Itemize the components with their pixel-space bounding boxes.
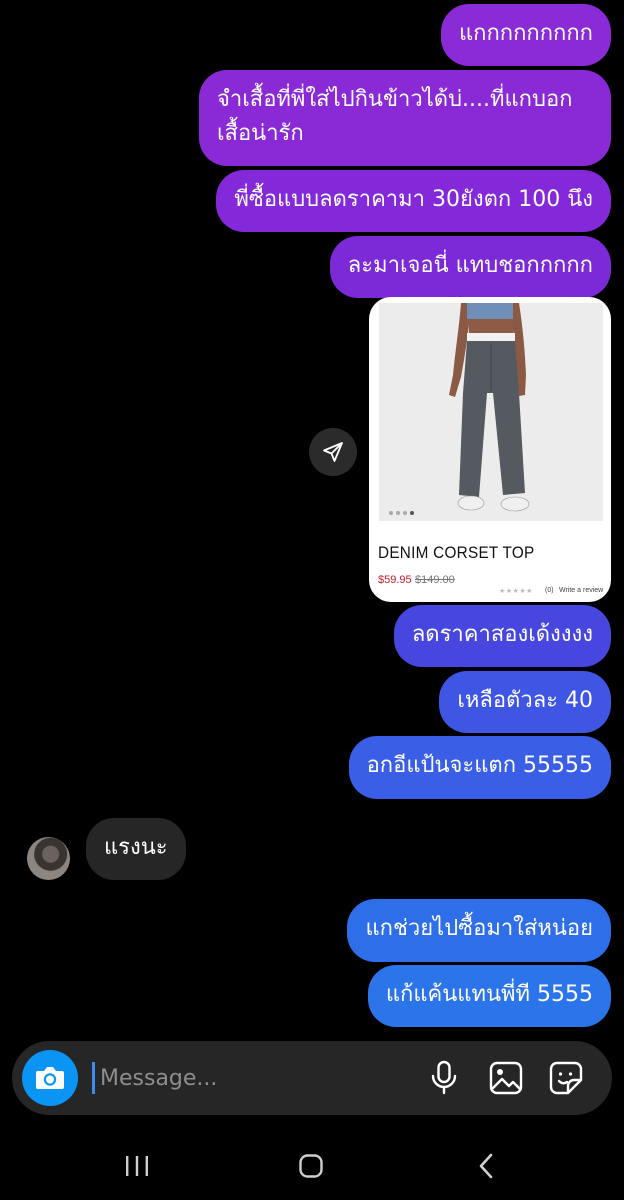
- rating-stars: ★★★★★: [499, 587, 533, 595]
- recents-button[interactable]: [113, 1146, 161, 1186]
- sent-message[interactable]: อกอีแป้นจะแตก 55555: [348, 736, 611, 799]
- sent-message[interactable]: จำเสื้อที่พี่ใส่ไปกินข้าวได้บ่....ที่แกบ…: [199, 70, 611, 166]
- home-icon: [299, 1154, 323, 1178]
- product-title: DENIM CORSET TOP: [378, 543, 535, 562]
- original-price: $149.00: [415, 574, 455, 586]
- sticker-button[interactable]: [546, 1058, 586, 1098]
- camera-icon: [36, 1067, 64, 1089]
- back-button[interactable]: [462, 1146, 510, 1186]
- sent-message[interactable]: เหลือตัวละ 40: [439, 671, 611, 733]
- recents-icon: [126, 1156, 148, 1176]
- microphone-icon: [431, 1060, 457, 1095]
- camera-button[interactable]: [22, 1050, 78, 1106]
- received-message[interactable]: แรงนะ: [86, 818, 186, 880]
- sent-message[interactable]: พี่ซื้อแบบลดราคามา 30ยังตก 100 นึง: [216, 170, 611, 232]
- message-input[interactable]: [94, 1058, 406, 1098]
- sent-message[interactable]: แกกกกกกกกก: [440, 4, 611, 66]
- gallery-button[interactable]: [486, 1058, 526, 1098]
- sticker-icon: [549, 1061, 583, 1095]
- system-nav-bar: [0, 1130, 624, 1200]
- sent-message[interactable]: ลดราคาสองเด้งงงง: [393, 605, 611, 667]
- home-button[interactable]: [287, 1146, 335, 1186]
- model-photo: [379, 303, 603, 521]
- mic-button[interactable]: [424, 1058, 464, 1098]
- share-button[interactable]: [309, 428, 357, 476]
- sent-message[interactable]: แกช่วยไปซื้อมาใส่หน่อย: [347, 899, 611, 962]
- back-icon: [479, 1153, 493, 1179]
- sent-message[interactable]: แก้แค้นแทนพี่ที 5555: [367, 965, 611, 1027]
- sale-price: $59.95: [378, 574, 412, 586]
- sent-message[interactable]: ละมาเจอนี่ แทบชอกกกกก: [329, 236, 611, 298]
- review-count: (0): [545, 587, 554, 594]
- write-review-link[interactable]: Write a review: [559, 587, 603, 594]
- image-pager-dots: [389, 511, 414, 515]
- send-arrow-icon: [323, 442, 343, 462]
- avatar[interactable]: [27, 837, 70, 880]
- image-icon: [489, 1061, 523, 1095]
- message-composer: [12, 1041, 612, 1115]
- shared-product-card[interactable]: DENIM CORSET TOP $59.95 $149.00 ★★★★★ (0…: [369, 297, 611, 602]
- product-image: [379, 303, 603, 521]
